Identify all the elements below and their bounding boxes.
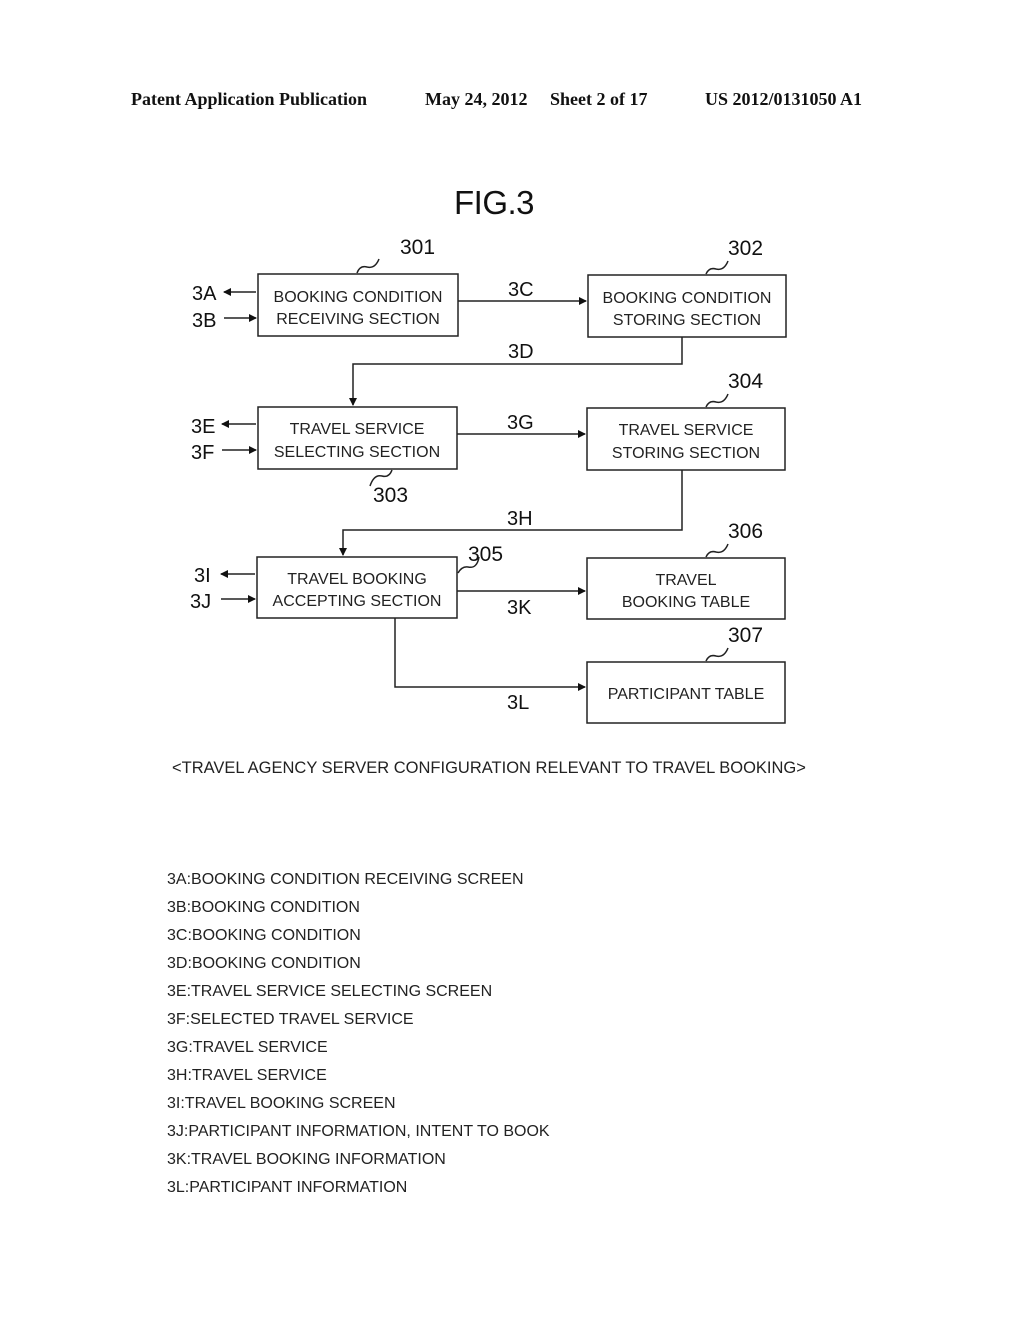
signal-3c: 3C <box>508 279 534 301</box>
box-303-line1: TRAVEL SERVICE <box>290 421 425 438</box>
signal-3d: 3D <box>508 341 534 363</box>
signal-3f: 3F <box>191 442 214 464</box>
box-306-line2: BOOKING TABLE <box>622 594 750 611</box>
ref-307: 307 <box>728 624 763 647</box>
leader-301 <box>356 258 380 274</box>
box-304-line1: TRAVEL SERVICE <box>619 422 754 439</box>
legend-item: 3G:TRAVEL SERVICE <box>167 1039 328 1056</box>
legend-item: 3B:BOOKING CONDITION <box>167 899 360 916</box>
signal-3b: 3B <box>192 310 216 332</box>
signal-3a: 3A <box>192 283 217 305</box>
legend-item: 3J:PARTICIPANT INFORMATION, INTENT TO BO… <box>167 1123 550 1140</box>
legend-item: 3C:BOOKING CONDITION <box>167 927 361 944</box>
legend-item: 3D:BOOKING CONDITION <box>167 955 361 972</box>
box-301-line1: BOOKING CONDITION <box>274 289 443 306</box>
leader-306 <box>705 543 729 558</box>
signal-3l: 3L <box>507 692 529 714</box>
signal-3h: 3H <box>507 508 533 530</box>
ref-306: 306 <box>728 520 763 543</box>
ref-303: 303 <box>373 484 408 507</box>
box-301-line2: RECEIVING SECTION <box>276 311 440 328</box>
legend-item: 3F:SELECTED TRAVEL SERVICE <box>167 1011 414 1028</box>
arrow-3l <box>394 618 586 691</box>
legend-item: 3L:PARTICIPANT INFORMATION <box>167 1179 408 1196</box>
box-304-line2: STORING SECTION <box>612 445 760 462</box>
legend-item: 3I:TRAVEL BOOKING SCREEN <box>167 1095 396 1112</box>
signal-3i: 3I <box>194 565 211 587</box>
leader-302 <box>705 260 729 275</box>
ref-305: 305 <box>468 543 503 566</box>
signal-3j: 3J <box>190 591 211 613</box>
ref-301: 301 <box>400 236 435 259</box>
signal-3e: 3E <box>191 416 215 438</box>
ref-302: 302 <box>728 237 763 260</box>
figure-caption: <TRAVEL AGENCY SERVER CONFIGURATION RELE… <box>172 759 806 777</box>
signal-legend: 3A:BOOKING CONDITION RECEIVING SCREEN 3B… <box>167 870 550 1206</box>
box-302-line2: STORING SECTION <box>613 312 761 329</box>
legend-item: 3K:TRAVEL BOOKING INFORMATION <box>167 1151 446 1168</box>
signal-3k: 3K <box>507 597 532 619</box>
block-diagram: BOOKING CONDITION RECEIVING SECTION BOOK… <box>190 236 787 724</box>
box-306-line1: TRAVEL <box>655 572 716 589</box>
leader-307 <box>705 647 729 662</box>
ref-304: 304 <box>728 370 763 393</box>
box-305-line1: TRAVEL BOOKING <box>287 571 427 588</box>
leader-304 <box>705 393 729 408</box>
box-302-line1: BOOKING CONDITION <box>603 290 772 307</box>
box-307-line1: PARTICIPANT TABLE <box>608 686 765 703</box>
legend-item: 3E:TRAVEL SERVICE SELECTING SCREEN <box>167 983 493 1000</box>
signal-3g: 3G <box>507 412 534 434</box>
box-305-line2: ACCEPTING SECTION <box>273 593 442 610</box>
legend-item: 3A:BOOKING CONDITION RECEIVING SCREEN <box>167 871 524 888</box>
legend-item: 3H:TRAVEL SERVICE <box>167 1067 327 1084</box>
box-303-line2: SELECTING SECTION <box>274 444 440 461</box>
